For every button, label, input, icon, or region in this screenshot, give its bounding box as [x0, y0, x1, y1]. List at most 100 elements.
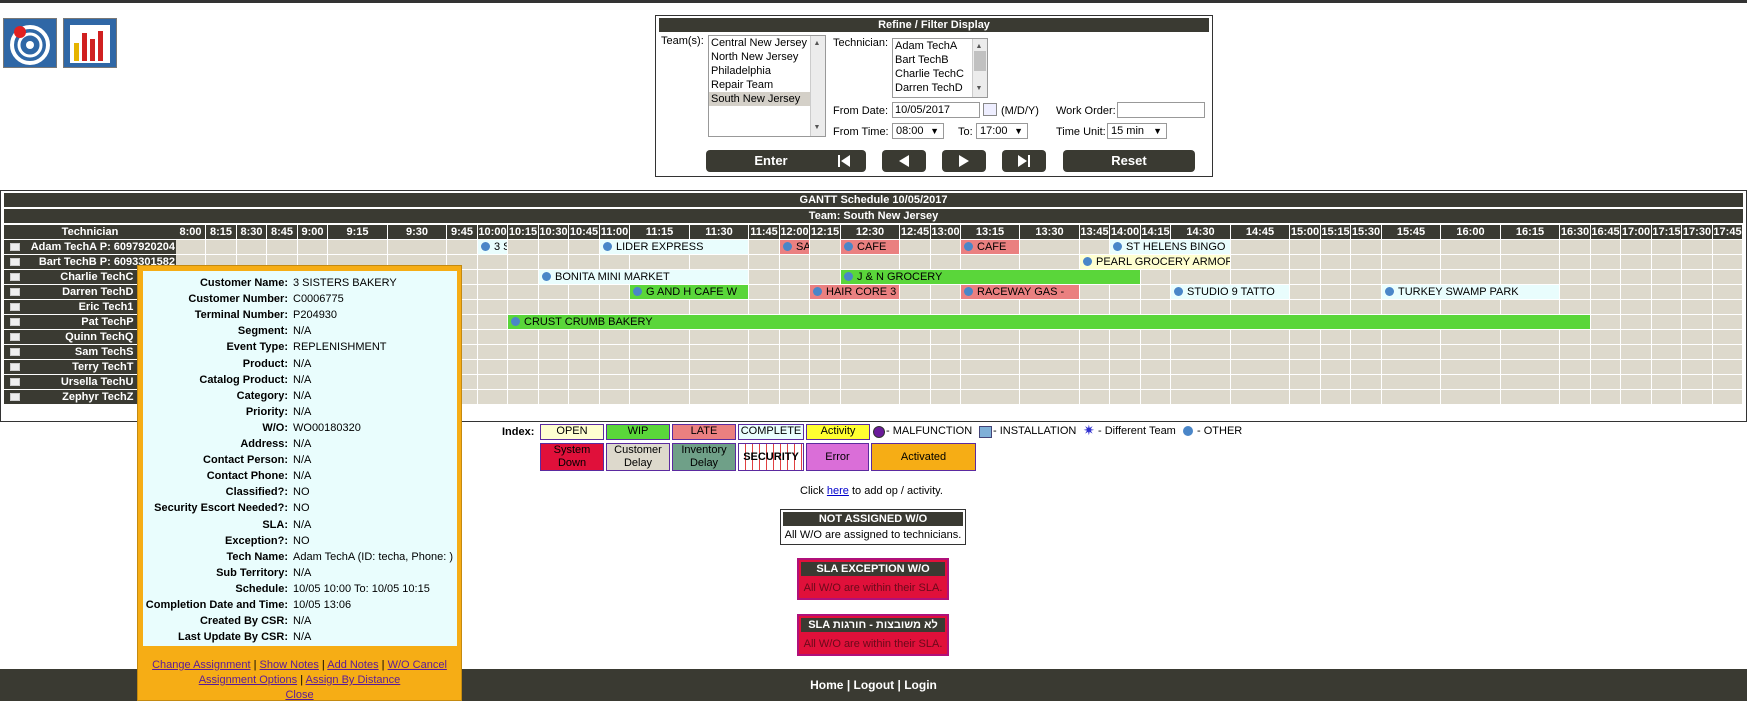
timeline-slot[interactable] [1110, 345, 1141, 359]
timeline-slot[interactable] [539, 300, 569, 314]
timeline-slot[interactable] [690, 390, 749, 404]
timeline-slot[interactable] [630, 330, 690, 344]
dispatch-app-icon[interactable] [3, 18, 57, 68]
assign-by-distance-link[interactable]: Assign By Distance [306, 674, 401, 686]
timeline-slot[interactable] [630, 300, 690, 314]
timeline-slot[interactable] [1560, 330, 1591, 344]
timeline-slot[interactable] [1080, 360, 1110, 374]
timeline-slot[interactable] [508, 375, 539, 389]
timeline-slot[interactable] [1351, 345, 1382, 359]
timeline-slot[interactable] [1290, 330, 1321, 344]
timeline-slot[interactable] [1321, 255, 1351, 269]
timeline-slot[interactable] [749, 285, 780, 299]
timeline-slot[interactable] [539, 255, 569, 269]
timeline-slot[interactable] [1382, 240, 1441, 254]
work-order-bar-late[interactable]: RACEWAY GAS - [961, 285, 1079, 299]
technician-card-icon[interactable] [10, 273, 20, 281]
timeline-slot[interactable] [1231, 390, 1290, 404]
timeline-slot[interactable] [900, 390, 931, 404]
timeline-slot[interactable] [600, 375, 630, 389]
timeline-slot[interactable] [478, 375, 508, 389]
team-option[interactable]: North New Jersey [709, 50, 825, 64]
work-order-bar-complete[interactable]: LIDER EXPRESS [600, 240, 748, 254]
timeline-slot[interactable] [630, 360, 690, 374]
timeline-slot[interactable] [569, 240, 600, 254]
timeline-slot[interactable] [1652, 315, 1682, 329]
timeline-slot[interactable] [1713, 270, 1743, 284]
timeline-slot[interactable] [176, 240, 206, 254]
timeline-slot[interactable] [1321, 240, 1351, 254]
timeline-slot[interactable] [1682, 300, 1713, 314]
timeline-slot[interactable] [900, 360, 931, 374]
timeline-slot[interactable] [841, 360, 900, 374]
timeline-slot[interactable] [931, 345, 961, 359]
timeline-slot[interactable] [1231, 255, 1290, 269]
timeline-slot[interactable] [478, 270, 508, 284]
timeline-slot[interactable] [1501, 330, 1560, 344]
timeline-slot[interactable] [1441, 390, 1501, 404]
timeline-slot[interactable] [1441, 255, 1501, 269]
timeline-slot[interactable] [600, 390, 630, 404]
timeline-slot[interactable] [1141, 270, 1171, 284]
timeline-slot[interactable] [1141, 285, 1171, 299]
timeline-slot[interactable] [569, 255, 600, 269]
timeline-slot[interactable] [780, 375, 810, 389]
timeline-slot[interactable] [539, 390, 569, 404]
timeline-slot[interactable] [1713, 255, 1743, 269]
timeline-slot[interactable] [1141, 300, 1171, 314]
timeline-slot[interactable] [1171, 300, 1231, 314]
timeline-slot[interactable] [478, 390, 508, 404]
timeline-slot[interactable] [1501, 390, 1560, 404]
timeline-slot[interactable] [961, 345, 1020, 359]
timeline-slot[interactable] [1020, 390, 1080, 404]
timeline-slot[interactable] [1382, 270, 1441, 284]
timeline-slot[interactable] [600, 345, 630, 359]
timeline-slot[interactable] [1382, 300, 1441, 314]
timeline-slot[interactable] [1171, 270, 1231, 284]
timeline-slot[interactable] [1560, 240, 1591, 254]
timeline-slot[interactable] [931, 390, 961, 404]
timeline-slot[interactable] [900, 285, 931, 299]
timeline-slot[interactable] [569, 345, 600, 359]
timeline-slot[interactable] [1591, 240, 1621, 254]
timeline-slot[interactable] [1141, 390, 1171, 404]
timeline-slot[interactable] [749, 270, 780, 284]
timeline-slot[interactable] [690, 375, 749, 389]
timeline-slot[interactable] [388, 240, 447, 254]
timeline-slot[interactable] [780, 285, 810, 299]
timeline-slot[interactable] [1682, 345, 1713, 359]
timeline-slot[interactable] [900, 375, 931, 389]
timeline-slot[interactable] [1351, 375, 1382, 389]
timeline-slot[interactable] [900, 255, 931, 269]
timeline-slot[interactable] [1621, 360, 1652, 374]
work-order-bar-open[interactable]: PEARL GROCERY ARMORED [1080, 255, 1230, 269]
from-date-input[interactable]: 10/05/2017 [892, 102, 980, 118]
work-order-bar-wip[interactable]: G AND H CAFE W [630, 285, 748, 299]
timeline-slot[interactable] [1441, 345, 1501, 359]
timeline-slot[interactable] [810, 375, 841, 389]
timeline-slot[interactable] [539, 240, 569, 254]
timeline-slot[interactable] [508, 270, 539, 284]
timeline-slot[interactable] [841, 345, 900, 359]
timeline-slot[interactable] [1652, 375, 1682, 389]
timeline-slot[interactable] [478, 360, 508, 374]
timeline-slot[interactable] [478, 330, 508, 344]
work-order-bar-late[interactable]: HAIR CORE 3 [810, 285, 899, 299]
timeline-slot[interactable] [1231, 360, 1290, 374]
timeline-slot[interactable] [1682, 270, 1713, 284]
timeline-slot[interactable] [931, 255, 961, 269]
timeline-slot[interactable] [900, 300, 931, 314]
timeline-slot[interactable] [600, 360, 630, 374]
timeline-slot[interactable] [1321, 330, 1351, 344]
timeline-slot[interactable] [810, 240, 841, 254]
timeline-slot[interactable] [810, 255, 841, 269]
timeline-slot[interactable] [1652, 270, 1682, 284]
timeline-slot[interactable] [931, 240, 961, 254]
timeline-slot[interactable] [1290, 270, 1321, 284]
footer-home-link[interactable]: Home [810, 678, 843, 692]
timeline-slot[interactable] [1080, 375, 1110, 389]
timeline-slot[interactable] [1713, 375, 1743, 389]
timeline-slot[interactable] [1231, 300, 1290, 314]
timeline-slot[interactable] [1713, 300, 1743, 314]
work-order-bar-wip[interactable]: CRUST CRUMB BAKERY [508, 315, 1590, 329]
